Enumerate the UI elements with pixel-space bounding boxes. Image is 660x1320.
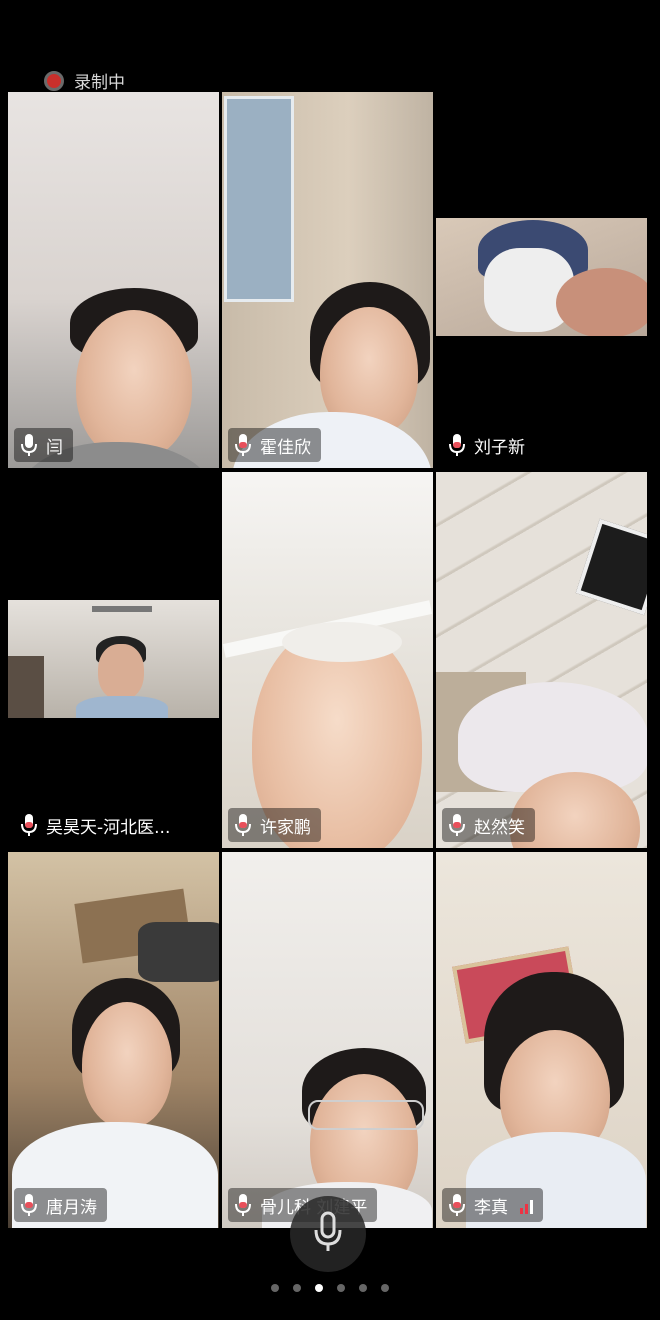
recording-label: 录制中 xyxy=(74,73,125,93)
participant-label: 刘子新 xyxy=(442,428,535,462)
video-tile[interactable]: 霍佳欣 xyxy=(222,92,433,468)
participant-name: 许家鹏 xyxy=(260,817,311,838)
recording-indicator: 录制中 xyxy=(44,68,125,93)
microphone-active-icon xyxy=(448,433,466,457)
microphone-icon xyxy=(20,433,38,457)
participant-name: 霍佳欣 xyxy=(260,437,311,458)
participant-name: 刘子新 xyxy=(474,437,525,458)
microphone-active-icon xyxy=(20,813,38,837)
microphone-active-icon xyxy=(448,1193,466,1217)
page-dot[interactable] xyxy=(381,1284,389,1292)
video-tile[interactable]: 闫 xyxy=(8,92,219,468)
microphone-button[interactable] xyxy=(290,1196,366,1272)
video-tile[interactable]: 李真 xyxy=(436,852,647,1228)
microphone-active-icon xyxy=(448,813,466,837)
participant-label: 霍佳欣 xyxy=(228,428,321,462)
microphone-active-icon xyxy=(234,813,252,837)
participant-name: 李真 xyxy=(474,1197,508,1218)
page-dot[interactable] xyxy=(271,1284,279,1292)
page-dot[interactable] xyxy=(337,1284,345,1292)
participant-name: 闫 xyxy=(46,437,63,458)
video-tile[interactable]: 赵然笑 xyxy=(436,472,647,848)
participant-label: 赵然笑 xyxy=(442,808,535,842)
microphone-icon xyxy=(313,1211,343,1257)
video-tile[interactable]: 刘子新 xyxy=(436,92,647,468)
microphone-active-icon xyxy=(20,1193,38,1217)
participant-label: 唐月涛 xyxy=(14,1188,107,1222)
page-indicator xyxy=(0,1284,660,1292)
record-dot-icon xyxy=(44,70,64,91)
participant-label: 许家鹏 xyxy=(228,808,321,842)
video-tile[interactable]: 唐月涛 xyxy=(8,852,219,1228)
page-dot[interactable] xyxy=(293,1284,301,1292)
participant-name: 唐月涛 xyxy=(46,1197,97,1218)
video-tile[interactable]: 许家鹏 xyxy=(222,472,433,848)
participant-name: 赵然笑 xyxy=(474,817,525,838)
page-dot[interactable] xyxy=(359,1284,367,1292)
participant-label: 闫 xyxy=(14,428,73,462)
video-tile[interactable]: 骨儿科 刘建平 xyxy=(222,852,433,1228)
weak-signal-icon xyxy=(520,1196,533,1214)
participant-name: 吴昊天-河北医... xyxy=(46,817,171,838)
microphone-active-icon xyxy=(234,433,252,457)
participant-label: 吴昊天-河北医... xyxy=(14,808,181,842)
page-dot-current[interactable] xyxy=(315,1284,323,1292)
video-tile[interactable]: 吴昊天-河北医... xyxy=(8,472,219,848)
microphone-active-icon xyxy=(234,1193,252,1217)
participant-label: 李真 xyxy=(442,1188,543,1222)
